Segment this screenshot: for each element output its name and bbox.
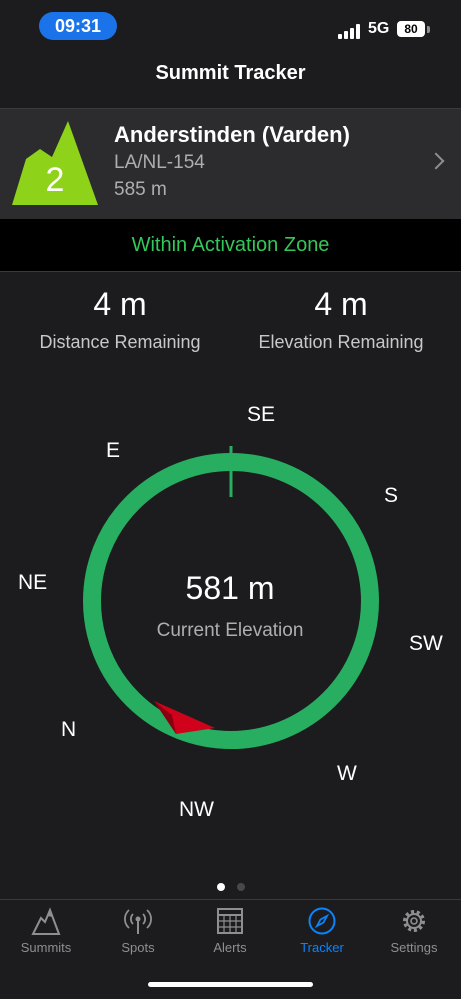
network-type: 5G [368, 20, 390, 37]
cellular-signal-icon [338, 23, 362, 39]
compass-label-nw: NW [179, 798, 214, 821]
tab-tracker[interactable]: Tracker [276, 906, 368, 966]
tab-label: Spots [121, 940, 155, 955]
mountain-icon [31, 907, 61, 935]
summit-altitude: 585 m [114, 179, 167, 200]
tab-spots[interactable]: Spots [92, 906, 184, 966]
summit-reference: LA/NL-154 [114, 152, 205, 173]
summit-row[interactable]: 2 Anderstinden (Varden) LA/NL-154 585 m [0, 108, 461, 220]
compass-label-n: N [61, 718, 77, 741]
tab-label: Summits [20, 940, 72, 955]
compass-label-sw: SW [409, 632, 443, 655]
status-bar: 09:31 5G 80 [0, 0, 461, 52]
compass-label-s: S [384, 484, 399, 507]
calendar-icon [217, 908, 243, 934]
compass-icon [308, 907, 336, 935]
elevation-remaining-value: 4 m [314, 286, 368, 322]
home-indicator[interactable] [148, 982, 313, 987]
compass-label-w: W [337, 762, 357, 785]
compass-label-ne: NE [18, 571, 48, 594]
compass-label-se: SE [247, 403, 276, 426]
page-indicator[interactable] [0, 878, 461, 896]
distance-remaining-value: 4 m [93, 286, 147, 322]
page-dot[interactable] [216, 883, 225, 891]
tab-settings[interactable]: Settings [368, 906, 460, 966]
battery-icon: 80 [397, 21, 425, 37]
tab-label: Settings [390, 940, 438, 955]
page-dot[interactable] [236, 883, 245, 891]
antenna-icon [124, 909, 152, 934]
gear-icon [403, 910, 425, 932]
battery-tip [427, 26, 430, 33]
elevation-remaining-label: Elevation Remaining [258, 332, 424, 352]
chevron-right-icon [427, 152, 445, 170]
compass-dial [83, 446, 379, 749]
status-time[interactable]: 09:31 [39, 12, 117, 40]
summit-points: 2 [45, 161, 65, 199]
compass-label-e: E [106, 439, 121, 462]
current-elevation-value: 581 m [185, 570, 275, 606]
summit-name: Anderstinden (Varden) [114, 122, 350, 147]
tab-label: Alerts [213, 940, 247, 955]
distance-remaining-label: Distance Remaining [39, 332, 201, 352]
activation-zone-banner: Within Activation Zone [0, 219, 461, 272]
tab-label: Tracker [300, 940, 344, 955]
tab-alerts[interactable]: Alerts [184, 906, 276, 966]
page-title: Summit Tracker [155, 62, 306, 84]
current-elevation-label: Current Elevation [156, 620, 304, 641]
tab-summits[interactable]: Summits [0, 906, 92, 966]
